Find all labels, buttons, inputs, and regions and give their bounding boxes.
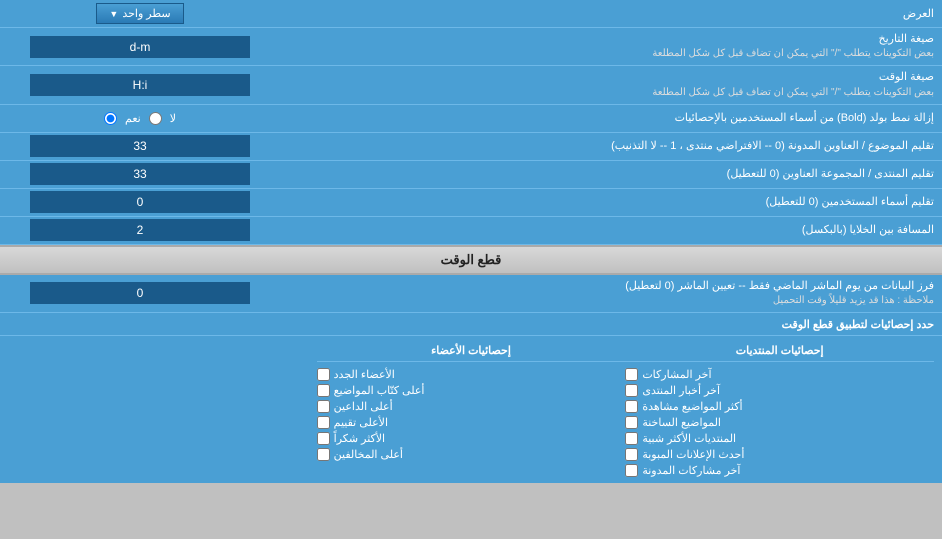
thread-subjects-row: تقليم الموضوع / العناوين المدونة (0 -- ا… bbox=[0, 133, 942, 161]
select-label: سطر واحد bbox=[122, 7, 170, 20]
checkbox-item-m2: أعلى كتّاب المواضيع bbox=[317, 384, 626, 397]
user-names-input[interactable] bbox=[30, 191, 250, 213]
stats-checkboxes: إحصائيات المنتديات آخر المشاركات آخر أخب… bbox=[0, 336, 942, 483]
realtime-label: فرز البيانات من يوم الماشر الماضي فقط --… bbox=[280, 275, 942, 312]
checkbox-item-6: أحدث الإعلانات المبوبة bbox=[625, 448, 934, 461]
checkbox-most-viewed[interactable] bbox=[625, 400, 638, 413]
realtime-row: فرز البيانات من يوم الماشر الماضي فقط --… bbox=[0, 275, 942, 313]
cell-spacing-label: المسافة بين الخلايا (بالبكسل) bbox=[280, 219, 942, 242]
forum-addresses-row: تقليم المنتدى / المجموعة العناوين (0 للت… bbox=[0, 161, 942, 189]
bold-remove-row: إزالة نمط بولد (Bold) من أسماء المستخدمي… bbox=[0, 105, 942, 133]
checkbox-new-members[interactable] bbox=[317, 368, 330, 381]
stats-col-forums-header: إحصائيات المنتديات bbox=[625, 342, 934, 362]
checkbox-item-m6: أعلى المخالفين bbox=[317, 448, 626, 461]
stats-col-members: إحصائيات الأعضاء الأعضاء الجدد أعلى كتّا… bbox=[317, 342, 626, 477]
date-format-input-area bbox=[0, 34, 280, 60]
realtime-input[interactable] bbox=[30, 282, 250, 304]
checkbox-item-4: المواضيع الساخنة bbox=[625, 416, 934, 429]
time-format-input-area bbox=[0, 72, 280, 98]
radio-no[interactable] bbox=[149, 112, 162, 125]
checkbox-top-violators[interactable] bbox=[317, 448, 330, 461]
bold-remove-label: إزالة نمط بولد (Bold) من أسماء المستخدمي… bbox=[280, 107, 942, 130]
stats-col-members-header: إحصائيات الأعضاء bbox=[317, 342, 626, 362]
stats-col-right-label bbox=[8, 342, 317, 477]
checkbox-item-5: المنتديات الأكثر شبية bbox=[625, 432, 934, 445]
checkbox-top-inviters[interactable] bbox=[317, 400, 330, 413]
radio-yes[interactable] bbox=[104, 112, 117, 125]
radio-no-label: نعم bbox=[125, 112, 141, 125]
date-format-label: صيغة التاريخ بعض التكوينات يتطلب "/" الت… bbox=[280, 28, 942, 65]
stats-title-label: حدد إحصائيات لتطبيق قطع الوقت bbox=[782, 319, 934, 331]
user-names-label: تقليم أسماء المستخدمين (0 للتعطيل) bbox=[280, 191, 942, 214]
checkbox-last-posts[interactable] bbox=[625, 368, 638, 381]
time-format-label: صيغة الوقت بعض التكوينات يتطلب "/" التي … bbox=[280, 66, 942, 103]
cell-spacing-input[interactable] bbox=[30, 219, 250, 241]
radio-yes-label: لا bbox=[170, 112, 176, 125]
realtime-input-area bbox=[0, 280, 280, 306]
thread-subjects-input[interactable] bbox=[30, 135, 250, 157]
checkbox-top-writers[interactable] bbox=[317, 384, 330, 397]
checkbox-item-3: أكثر المواضيع مشاهدة bbox=[625, 400, 934, 413]
cell-spacing-row: المسافة بين الخلايا (بالبكسل) bbox=[0, 217, 942, 245]
realtime-section-header: قطع الوقت bbox=[0, 245, 942, 275]
time-format-input[interactable] bbox=[30, 74, 250, 96]
checkbox-item-2: آخر أخبار المنتدى bbox=[625, 384, 934, 397]
checkbox-item-7: آخر مشاركات المدونة bbox=[625, 464, 934, 477]
display-select[interactable]: سطر واحد bbox=[96, 3, 183, 24]
header-label: العرض bbox=[280, 3, 942, 24]
checkbox-item-m1: الأعضاء الجدد bbox=[317, 368, 626, 381]
user-names-input-area bbox=[0, 189, 280, 215]
bold-radio-group: لا نعم bbox=[104, 112, 176, 125]
forum-addresses-input[interactable] bbox=[30, 163, 250, 185]
date-format-input[interactable] bbox=[30, 36, 250, 58]
header-row: العرض سطر واحد bbox=[0, 0, 942, 28]
checkbox-item-1: آخر المشاركات bbox=[625, 368, 934, 381]
checkbox-hot-topics[interactable] bbox=[625, 416, 638, 429]
main-container: العرض سطر واحد صيغة التاريخ بعض التكوينا… bbox=[0, 0, 942, 483]
checkbox-item-m3: أعلى الداعين bbox=[317, 400, 626, 413]
bold-remove-input-area: لا نعم bbox=[0, 110, 280, 127]
checkbox-top-rated[interactable] bbox=[317, 416, 330, 429]
stats-col-forums: إحصائيات المنتديات آخر المشاركات آخر أخب… bbox=[625, 342, 934, 477]
stats-title-row: حدد إحصائيات لتطبيق قطع الوقت bbox=[0, 313, 942, 336]
checkbox-item-m4: الأعلى تقييم bbox=[317, 416, 626, 429]
forum-addresses-input-area bbox=[0, 161, 280, 187]
checkbox-most-thanked[interactable] bbox=[317, 432, 330, 445]
checkbox-latest-classifieds[interactable] bbox=[625, 448, 638, 461]
checkbox-last-news[interactable] bbox=[625, 384, 638, 397]
forum-addresses-label: تقليم المنتدى / المجموعة العناوين (0 للت… bbox=[280, 163, 942, 186]
time-format-row: صيغة الوقت بعض التكوينات يتطلب "/" التي … bbox=[0, 66, 942, 104]
cell-spacing-input-area bbox=[0, 217, 280, 243]
checkbox-item-m5: الأكثر شكراً bbox=[317, 432, 626, 445]
select-area: سطر واحد bbox=[0, 1, 280, 26]
date-format-row: صيغة التاريخ بعض التكوينات يتطلب "/" الت… bbox=[0, 28, 942, 66]
thread-subjects-label: تقليم الموضوع / العناوين المدونة (0 -- ا… bbox=[280, 135, 942, 158]
checkbox-last-blog-posts[interactable] bbox=[625, 464, 638, 477]
user-names-row: تقليم أسماء المستخدمين (0 للتعطيل) bbox=[0, 189, 942, 217]
checkbox-popular-forums[interactable] bbox=[625, 432, 638, 445]
thread-subjects-input-area bbox=[0, 133, 280, 159]
